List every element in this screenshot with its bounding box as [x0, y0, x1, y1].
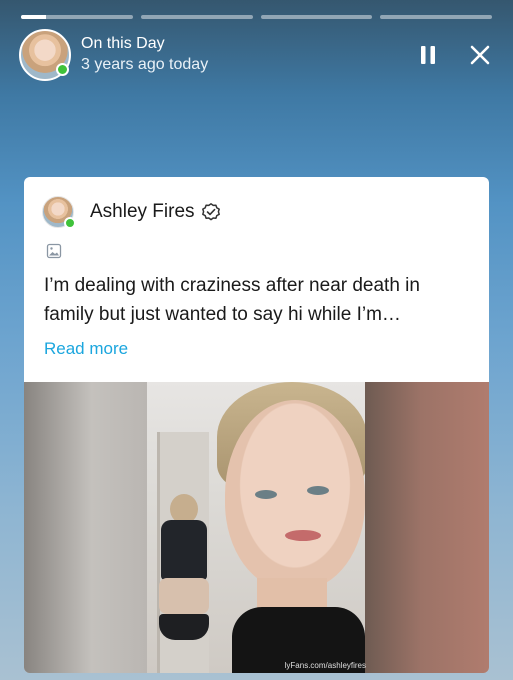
photo-blur-left [24, 382, 147, 673]
photo-main [147, 382, 367, 673]
avatar[interactable] [19, 29, 71, 81]
photo-watermark: lyFans.com/ashleyfires [284, 661, 366, 670]
progress-segment [260, 15, 373, 19]
photo-eye [307, 486, 329, 495]
photo-figure [159, 578, 209, 614]
story-title-block: On this Day 3 years ago today [81, 34, 208, 76]
story-header: On this Day 3 years ago today [19, 29, 493, 81]
close-button[interactable] [467, 42, 493, 68]
pause-icon [421, 46, 435, 64]
verified-badge-icon [201, 203, 220, 221]
author-name[interactable]: Ashley Fires [90, 201, 195, 223]
story-subtitle: 3 years ago today [81, 56, 209, 73]
photo-face [225, 400, 365, 590]
progress-segment [21, 15, 133, 19]
online-status-dot [64, 217, 76, 229]
post-image[interactable]: lyFans.com/ashleyfires [24, 382, 489, 673]
read-more-link[interactable]: Read more [44, 339, 128, 359]
story-controls [415, 42, 493, 68]
close-icon [470, 45, 490, 65]
post-header: Ashley Fires [42, 195, 471, 229]
progress-segment [380, 15, 492, 19]
photo-eye [255, 490, 277, 499]
pause-button[interactable] [415, 42, 441, 68]
photo-figure [161, 520, 207, 580]
story-progress-bar [21, 15, 492, 19]
post-text: I’m dealing with craziness after near de… [44, 275, 420, 325]
author-avatar[interactable] [42, 196, 76, 229]
progress-fill [21, 15, 46, 19]
post-card[interactable]: Ashley Fires I’m dealing with craziness … [24, 177, 489, 673]
photo-figure [159, 614, 209, 640]
online-status-dot [56, 63, 69, 76]
progress-segment [140, 15, 253, 19]
photo-lips [285, 530, 321, 541]
photo-blur-right [365, 382, 489, 673]
story-title: On this Day [81, 35, 165, 52]
image-icon [46, 243, 62, 259]
